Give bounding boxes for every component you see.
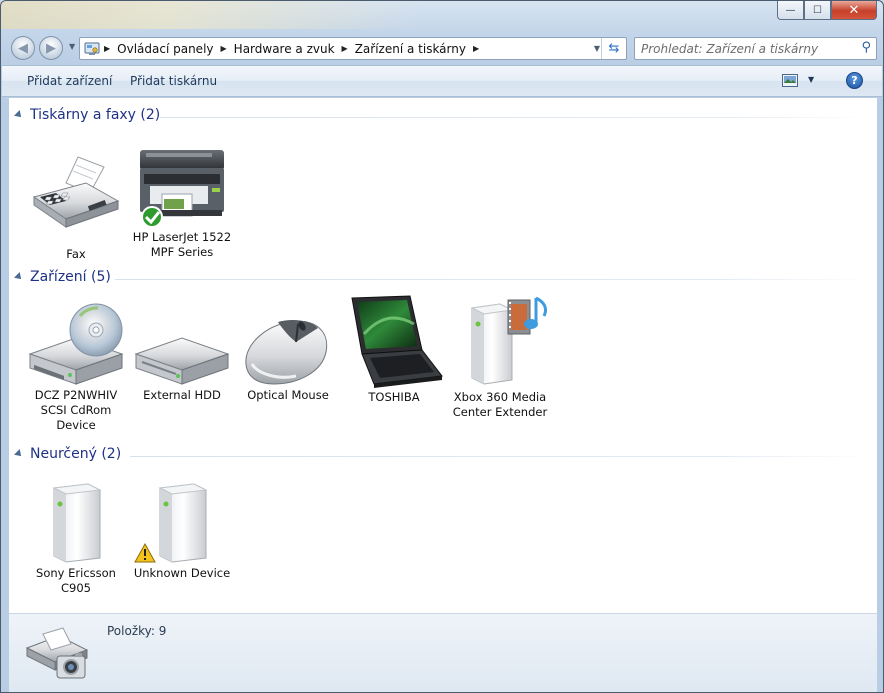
details-pane: Položky: 9 <box>9 613 877 692</box>
hard-drive-icon <box>132 302 232 388</box>
device-label: Optical Mouse <box>247 388 329 402</box>
breadcrumb-separator-icon[interactable]: ▶ <box>471 44 481 53</box>
device-item-toshiba[interactable]: TOSHIBA <box>341 294 447 405</box>
breadcrumb-hardware-and-sound[interactable]: Hardware a zvuk <box>229 42 340 56</box>
device-item-unknown-device[interactable]: Unknown Device <box>129 480 235 581</box>
refresh-icon[interactable]: ⇆ <box>601 38 626 59</box>
collapse-arrow-icon[interactable] <box>14 449 24 459</box>
collapse-arrow-icon[interactable] <box>14 110 24 120</box>
back-button[interactable]: ◀ <box>11 36 35 60</box>
breadcrumb-devices-and-printers[interactable]: Zařízení a tiskárny <box>350 42 471 56</box>
title-bar-background <box>1 1 421 29</box>
navigation-bar: ◀ ▶ ▼ ▶ Ovládací panely ▶ Hardware a zvu… <box>1 34 883 62</box>
title-bar[interactable]: — ☐ ✕ <box>1 1 883 29</box>
device-label: DCZ P2NWHIV SCSI CdRom Device <box>34 388 118 432</box>
address-history-dropdown-icon[interactable]: ▼ <box>594 44 600 53</box>
group-header-devices[interactable]: Zařízení (5) <box>14 269 870 289</box>
device-label: Fax <box>66 247 86 261</box>
group-divider <box>130 456 870 457</box>
item-count: Položky: 9 <box>107 624 167 638</box>
devices-list: Tiskárny a faxy (2) Fax HP LaserJet 1522… <box>9 98 877 613</box>
breadcrumb-separator-icon[interactable]: ▶ <box>219 44 229 53</box>
command-bar: Přidat zařízení Přidat tiskárnu ▼ ? <box>2 65 882 97</box>
device-label: HP LaserJet 1522 MPF Series <box>132 230 232 259</box>
fax-icon <box>26 153 126 249</box>
group-header-printers-and-faxes[interactable]: Tiskárny a faxy (2) <box>14 107 870 127</box>
breadcrumb: ▶ Ovládací panely ▶ Hardware a zvuk ▶ Za… <box>84 38 481 59</box>
device-label: External HDD <box>143 388 221 402</box>
device-item-fax[interactable]: Fax <box>23 153 129 262</box>
help-icon[interactable]: ? <box>846 72 863 89</box>
forward-button[interactable]: ▶ <box>39 36 63 60</box>
device-label: Sony Ericsson C905 <box>36 566 116 595</box>
forward-arrow-icon: ▶ <box>46 40 56 56</box>
device-label: TOSHIBA <box>368 390 420 404</box>
caption-buttons: — ☐ ✕ <box>777 1 877 20</box>
group-title: Tiskárny a faxy (2) <box>30 107 161 123</box>
recent-pages-dropdown[interactable]: ▼ <box>69 42 75 51</box>
generic-device-icon <box>132 480 232 566</box>
printer-icon <box>132 144 232 230</box>
device-item-xbox-extender[interactable]: Xbox 360 Media Center Extender <box>447 294 553 420</box>
search-input[interactable] <box>641 40 851 57</box>
search-icon[interactable]: ⚲ <box>861 40 871 55</box>
view-options-dropdown-icon[interactable]: ▼ <box>808 75 814 84</box>
device-label: Unknown Device <box>133 566 231 580</box>
group-title: Neurčený (2) <box>30 446 122 462</box>
warning-icon <box>134 542 156 563</box>
search-box[interactable]: ⚲ <box>634 37 877 60</box>
laptop-icon <box>344 294 444 390</box>
devices-and-printers-icon <box>23 620 91 686</box>
cdrom-drive-icon <box>26 302 126 388</box>
device-item-external-hdd[interactable]: External HDD <box>129 302 235 403</box>
mouse-icon <box>238 302 338 388</box>
control-panel-icon <box>84 42 100 56</box>
group-divider <box>160 117 870 118</box>
add-device-button[interactable]: Přidat zařízení <box>27 74 112 88</box>
generic-device-icon <box>26 480 126 566</box>
close-button[interactable]: ✕ <box>831 1 877 20</box>
add-printer-button[interactable]: Přidat tiskárnu <box>130 74 217 88</box>
group-divider <box>115 279 870 280</box>
device-label: Xbox 360 Media Center Extender <box>452 390 548 419</box>
breadcrumb-separator-icon[interactable]: ▶ <box>340 44 350 53</box>
device-item-cdrom[interactable]: DCZ P2NWHIV SCSI CdRom Device <box>23 302 129 433</box>
breadcrumb-control-panel[interactable]: Ovládací panely <box>112 42 218 56</box>
back-arrow-icon: ◀ <box>18 40 28 56</box>
minimize-button[interactable]: — <box>777 1 804 20</box>
device-item-sony-ericsson[interactable]: Sony Ericsson C905 <box>23 480 129 596</box>
media-extender-icon <box>450 294 550 390</box>
breadcrumb-separator-icon[interactable]: ▶ <box>102 44 112 53</box>
devices-and-printers-window: — ☐ ✕ ◀ ▶ ▼ ▶ Ovládací panely ▶ Hardware… <box>0 0 884 693</box>
address-bar[interactable]: ▶ Ovládací panely ▶ Hardware a zvuk ▶ Za… <box>79 37 627 60</box>
device-item-hp-laserjet[interactable]: HP LaserJet 1522 MPF Series <box>129 144 235 260</box>
group-title: Zařízení (5) <box>30 269 111 285</box>
collapse-arrow-icon[interactable] <box>14 272 24 282</box>
maximize-button[interactable]: ☐ <box>804 1 831 20</box>
change-view-icon[interactable] <box>782 74 798 87</box>
group-header-unspecified[interactable]: Neurčený (2) <box>14 446 870 466</box>
device-item-optical-mouse[interactable]: Optical Mouse <box>235 302 341 403</box>
